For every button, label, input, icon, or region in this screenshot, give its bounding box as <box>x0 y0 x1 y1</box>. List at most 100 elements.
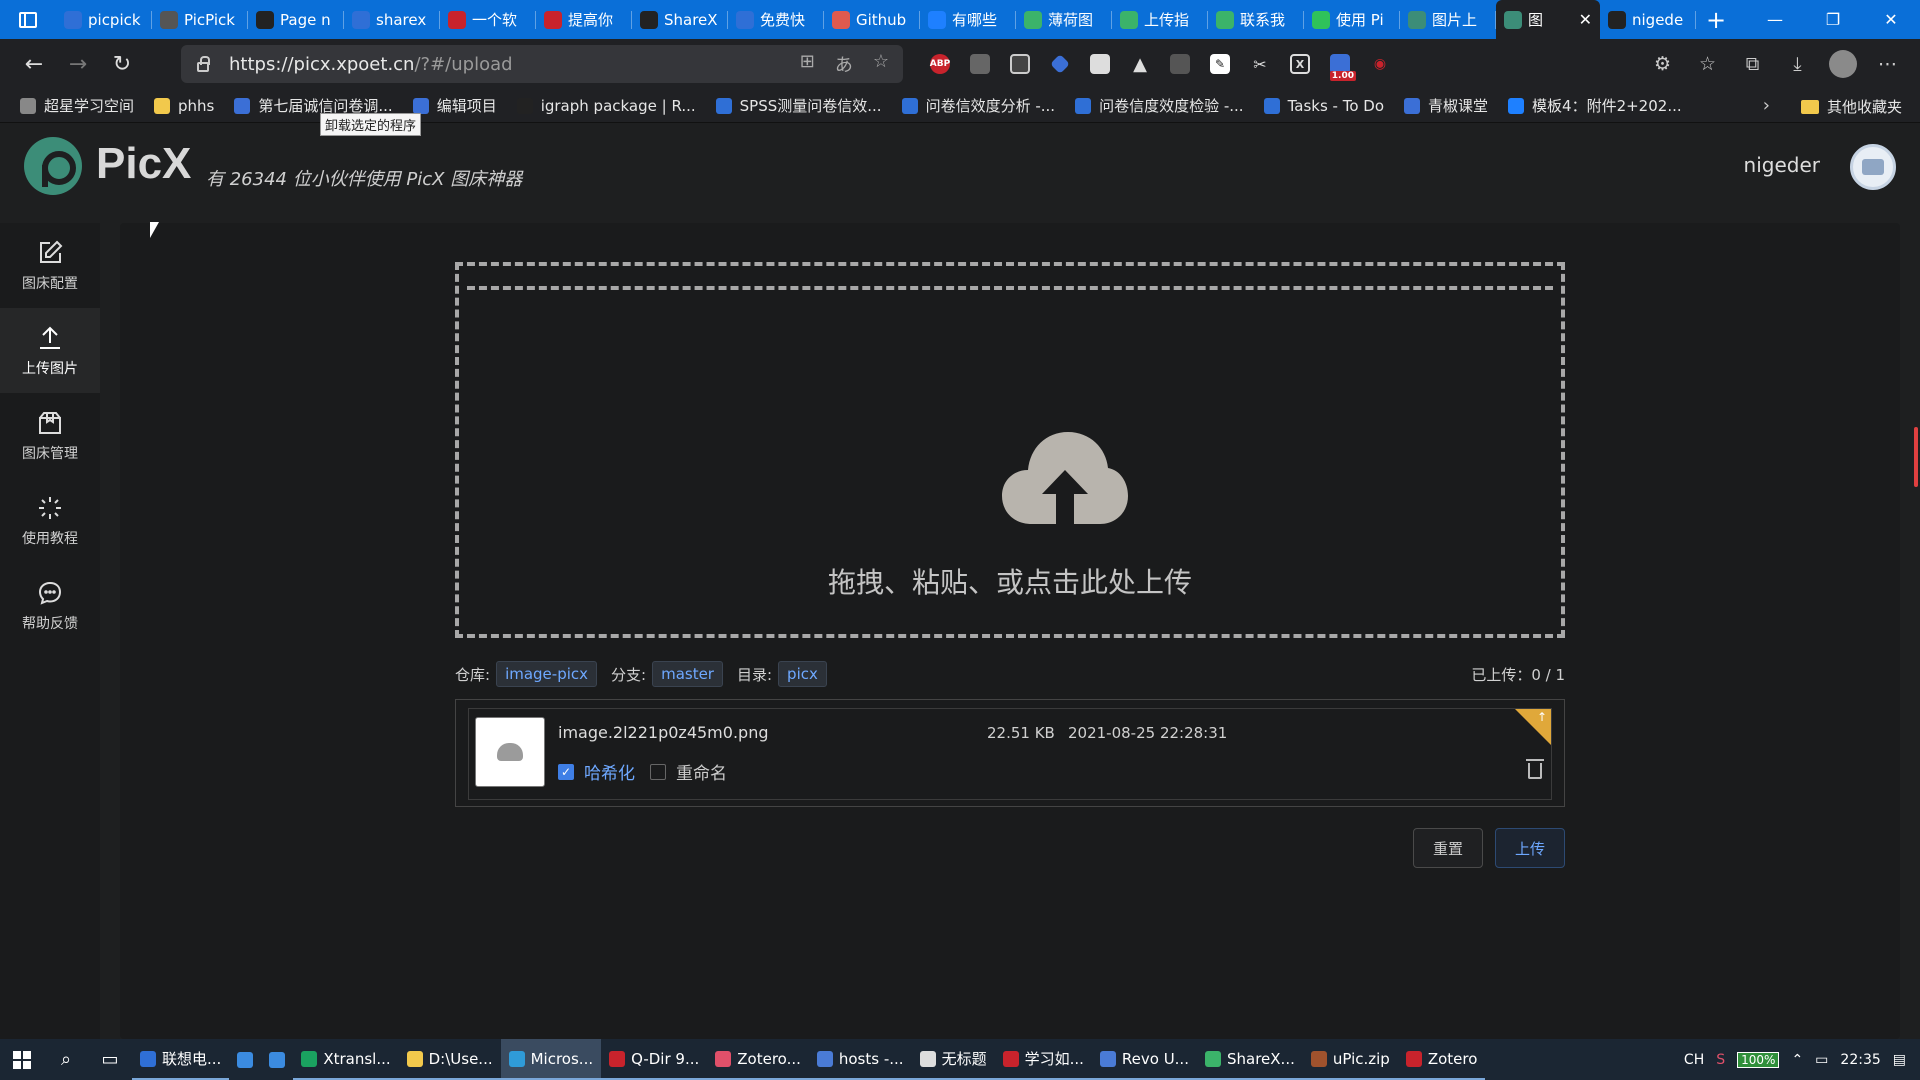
chevron-up-icon[interactable]: ⌃ <box>1791 1052 1803 1068</box>
browser-tab[interactable]: 联系我 <box>1208 0 1304 39</box>
taskbar-app[interactable]: Micros... <box>500 1039 602 1080</box>
picx-logo[interactable] <box>24 137 82 195</box>
rename-option[interactable]: 重命名 <box>650 759 727 784</box>
favorites-icon[interactable]: ☆ <box>1685 45 1730 83</box>
close-window-button[interactable]: ✕ <box>1862 0 1920 39</box>
browser-tab[interactable]: sharex <box>344 0 440 39</box>
bookmark-item[interactable]: SPSS测量问卷信效... <box>715 95 882 116</box>
bookmark-item[interactable]: igraph package | R... <box>516 97 696 115</box>
close-tab-icon[interactable]: ✕ <box>1579 10 1592 29</box>
taskbar-app[interactable]: D:\Use... <box>398 1039 501 1080</box>
user-name[interactable]: nigeder <box>1744 153 1820 177</box>
extension-icon[interactable]: ◉ <box>1360 45 1400 83</box>
extension-icon[interactable] <box>1040 45 1080 83</box>
new-tab-button[interactable]: + <box>1696 0 1736 39</box>
browser-tab[interactable]: 图片上 <box>1400 0 1496 39</box>
taskbar-app[interactable] <box>229 1039 261 1080</box>
sidebar-item[interactable]: 帮助反馈 <box>0 563 100 648</box>
rename-checkbox[interactable] <box>650 763 666 780</box>
browser-tab[interactable]: 图 ✕ <box>1496 0 1600 39</box>
collections-icon[interactable]: ⧉ <box>1730 45 1775 83</box>
ime-icon[interactable]: S <box>1716 1052 1725 1068</box>
clock[interactable]: 22:35 <box>1840 1052 1880 1068</box>
downloads-icon[interactable]: ⤓ <box>1775 45 1820 83</box>
other-bookmarks[interactable]: 其他收藏夹 <box>1800 96 1902 117</box>
extension-icon[interactable] <box>960 45 1000 83</box>
extension-icon[interactable]: ✎ <box>1200 45 1240 83</box>
user-avatar[interactable] <box>1850 144 1896 190</box>
browser-tab[interactable]: 有哪些 <box>920 0 1016 39</box>
browser-tab[interactable]: 使用 Pi <box>1304 0 1400 39</box>
bookmarks-overflow-icon[interactable]: › <box>1763 95 1770 116</box>
browser-tab[interactable]: picpick <box>56 0 152 39</box>
browser-tab[interactable]: 薄荷图 <box>1016 0 1112 39</box>
taskbar-app[interactable]: Revo U... <box>1091 1039 1197 1080</box>
browser-tab[interactable]: ShareX <box>632 0 728 39</box>
taskbar-app[interactable]: uPic.zip <box>1302 1039 1398 1080</box>
forward-button[interactable]: → <box>56 42 100 86</box>
input-language[interactable]: CH <box>1684 1052 1704 1068</box>
bookmark-item[interactable]: 模板4：附件2+202... <box>1508 95 1682 116</box>
minimize-button[interactable]: — <box>1746 0 1804 39</box>
hash-checkbox[interactable]: ✓ <box>558 763 574 780</box>
bookmark-item[interactable]: 青椒课堂 <box>1404 95 1488 116</box>
url-text[interactable]: https://picx.xpoet.cn/?#/upload <box>229 54 513 75</box>
scissors-icon[interactable]: ✂ <box>1240 45 1280 83</box>
browser-tab[interactable]: nigede <box>1600 0 1696 39</box>
taskbar-app[interactable]: Zotero... <box>707 1039 809 1080</box>
browser-tab[interactable]: 一个软 <box>440 0 536 39</box>
maximize-button[interactable]: ❐ <box>1804 0 1862 39</box>
bookmark-item[interactable]: Tasks - To Do <box>1263 97 1384 115</box>
battery-indicator[interactable]: 100% <box>1737 1051 1780 1068</box>
upload-dropzone[interactable]: 拖拽、粘贴、或点击此处上传 <box>455 262 1565 638</box>
more-menu-icon[interactable]: ⋯ <box>1865 45 1910 83</box>
extensions-icon[interactable]: ⚙ <box>1640 45 1685 83</box>
lock-icon[interactable] <box>197 55 210 72</box>
address-bar[interactable]: https://picx.xpoet.cn/?#/upload ⊞ あ ☆ <box>181 45 903 83</box>
notification-icon[interactable]: ▤ <box>1893 1052 1906 1068</box>
add-favorite-icon[interactable]: ☆ <box>873 51 889 77</box>
taskbar-app[interactable]: 学习如... <box>994 1039 1092 1080</box>
taskbar-app[interactable] <box>261 1039 293 1080</box>
sidebar-item[interactable]: 上传图片 <box>0 308 100 393</box>
browser-tab[interactable]: 免费快 <box>728 0 824 39</box>
adblock-extension-icon[interactable]: ABP <box>920 45 960 83</box>
sidebar-item[interactable]: 图床配置 <box>0 223 100 308</box>
bookmark-item[interactable]: phhs <box>154 97 214 115</box>
network-icon[interactable]: ▭ <box>1815 1052 1828 1068</box>
browser-tab[interactable]: PicPick <box>152 0 248 39</box>
tab-actions-menu-icon[interactable] <box>0 0 56 39</box>
upload-button[interactable]: 上传 <box>1495 828 1565 868</box>
scrollbar-thumb[interactable] <box>1914 427 1918 487</box>
extension-icon[interactable] <box>1160 45 1200 83</box>
browser-tab[interactable]: 提高你 <box>536 0 632 39</box>
taskbar-app[interactable]: hosts -... <box>808 1039 912 1080</box>
taskbar-app[interactable]: Xtransl... <box>293 1039 399 1080</box>
taskbar-app[interactable]: Zotero <box>1397 1039 1486 1080</box>
extension-icon[interactable] <box>1080 45 1120 83</box>
delete-icon[interactable] <box>1526 759 1544 779</box>
extension-icon[interactable]: ▲ <box>1120 45 1160 83</box>
bookmark-item[interactable]: 编辑项目 <box>412 95 497 116</box>
translate-icon[interactable]: あ <box>835 51 853 77</box>
taskbar-app[interactable]: Q-Dir 9... <box>601 1039 708 1080</box>
refresh-button[interactable]: ↻ <box>100 42 144 86</box>
browser-tab[interactable]: Github <box>824 0 920 39</box>
bookmark-item[interactable]: 问卷信度效度检验 -... <box>1075 95 1244 116</box>
app-available-icon[interactable]: ⊞ <box>800 51 815 77</box>
hash-option[interactable]: ✓ 哈希化 <box>558 759 635 784</box>
taskbar-app[interactable]: 无标题 <box>911 1039 995 1080</box>
extension-icon[interactable]: X <box>1280 45 1320 83</box>
taskbar-app[interactable]: ShareX... <box>1196 1039 1303 1080</box>
back-button[interactable]: ← <box>12 42 56 86</box>
bookmark-item[interactable]: 问卷信效度分析 -... <box>901 95 1055 116</box>
taskbar-app[interactable]: 联想电... <box>132 1039 230 1080</box>
search-icon[interactable]: ⌕ <box>44 1039 88 1080</box>
start-button[interactable] <box>0 1039 44 1080</box>
profile-icon[interactable] <box>1820 45 1865 83</box>
sidebar-item[interactable]: 图床管理 <box>0 393 100 478</box>
extension-badge-icon[interactable]: 1.00 <box>1320 45 1360 83</box>
reset-button[interactable]: 重置 <box>1413 828 1483 868</box>
task-view-icon[interactable]: ▭ <box>88 1039 132 1080</box>
extension-icon[interactable] <box>1000 45 1040 83</box>
